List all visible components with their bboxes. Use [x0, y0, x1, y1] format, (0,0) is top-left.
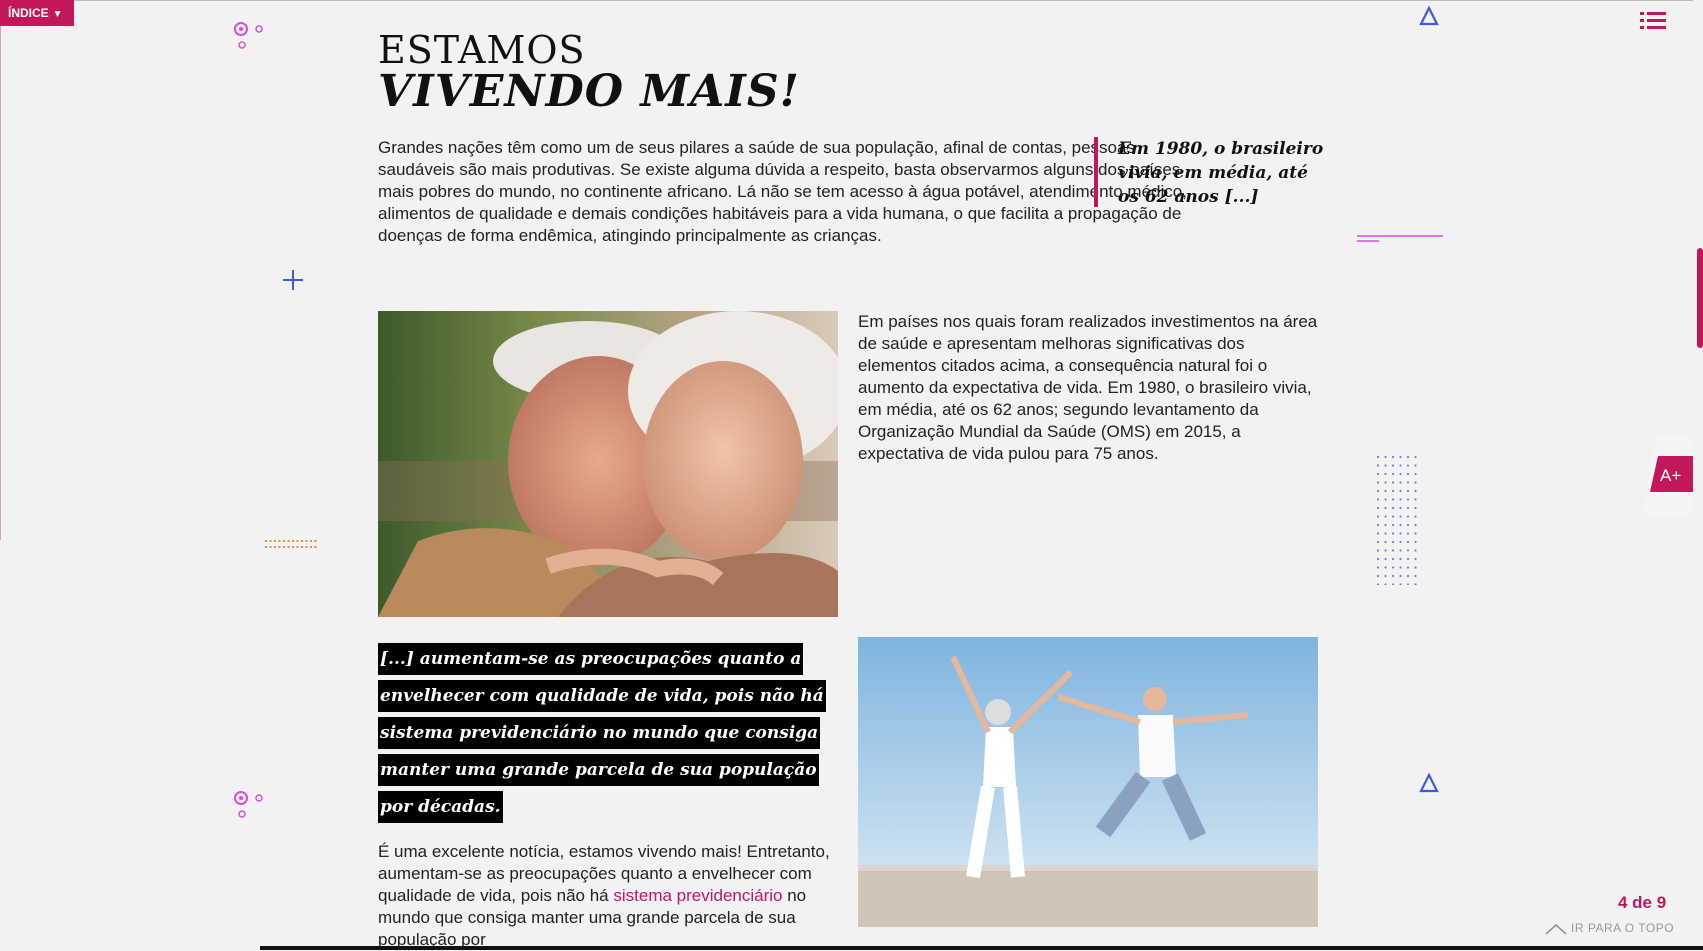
bottom-bar	[260, 946, 1703, 950]
indice-button[interactable]: ÍNDICE ▼	[0, 0, 74, 26]
triangle-icon	[1419, 5, 1439, 26]
scrollbar-thumb[interactable]	[1697, 248, 1703, 348]
dashed-line-icon	[1357, 235, 1443, 242]
paragraph-life-expectancy: Em países nos quais foram realizados inv…	[858, 312, 1318, 463]
chevron-up-icon	[1545, 923, 1567, 935]
pullquote: Em 1980, o brasileiro vivia, em média, a…	[1094, 137, 1324, 207]
dashed-line-icon	[265, 540, 319, 548]
page-counter: 4 de 9	[1618, 893, 1667, 912]
back-to-top-link[interactable]: IR PARA O TOPO	[1545, 921, 1674, 935]
back-to-top-label: IR PARA O TOPO	[1571, 921, 1675, 935]
intro-paragraph: Grandes nações têm como um de seus pilar…	[378, 138, 1187, 245]
paragraph-welfare: É uma excelente notícia, estamos vivendo…	[378, 841, 838, 951]
highlight-quote: [...] aumentam-se as preocupações quanto…	[378, 641, 828, 826]
list-icon[interactable]	[1640, 10, 1666, 32]
circles-icon	[234, 22, 263, 49]
elderly-couple-photo	[378, 311, 838, 617]
font-size-label: A+	[1660, 466, 1682, 485]
triangle-icon	[1419, 772, 1439, 793]
scrollbar-track[interactable]	[1693, 0, 1703, 950]
page-title-line2: VIVENDO MAIS!	[378, 66, 800, 117]
left-border	[0, 0, 1, 540]
caret-down-icon: ▼	[52, 9, 63, 20]
dot-grid-icon	[1376, 455, 1422, 585]
highlight-quote-text: [...] aumentam-se as preocupações quanto…	[378, 643, 826, 823]
top-border	[0, 0, 1703, 1]
jumping-couple-photo	[858, 637, 1318, 927]
circles-icon	[234, 791, 263, 818]
indice-label: ÍNDICE	[8, 6, 49, 20]
welfare-system-link[interactable]: sistema previdenciário	[613, 886, 782, 905]
plus-icon	[283, 270, 303, 290]
